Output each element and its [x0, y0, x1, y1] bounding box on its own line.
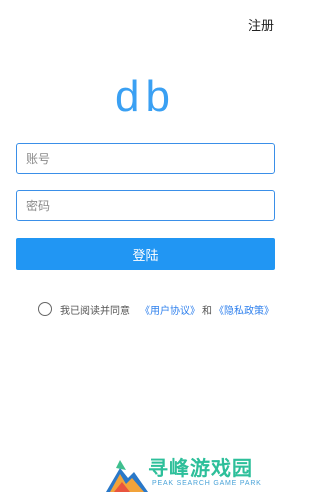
agreement-and-text: 和 — [202, 305, 212, 317]
watermark-chinese-text: 寻峰游戏园 — [148, 456, 253, 480]
register-link[interactable]: 注册 — [248, 15, 274, 34]
agreement-text: 我已阅读并同意 — [60, 305, 130, 317]
privacy-policy-link[interactable]: 《隐私政策》 — [214, 302, 274, 317]
watermark-mountain-icon — [106, 460, 148, 492]
app-logo: db — [115, 72, 176, 121]
login-button[interactable]: 登陆 — [16, 238, 275, 270]
watermark-english-text: PEAK SEARCH GAME PARK — [152, 480, 262, 487]
agreement-row: 我已阅读并同意 《用户协议》 和 《隐私政策》 — [38, 300, 274, 318]
password-input[interactable] — [17, 191, 274, 220]
password-field[interactable] — [16, 190, 275, 221]
account-input[interactable] — [17, 144, 274, 173]
account-field[interactable] — [16, 143, 275, 174]
watermark: 寻峰游戏园 PEAK SEARCH GAME PARK — [104, 452, 289, 496]
user-agreement-link[interactable]: 《用户协议》 — [140, 302, 200, 317]
agreement-radio[interactable] — [38, 302, 52, 316]
